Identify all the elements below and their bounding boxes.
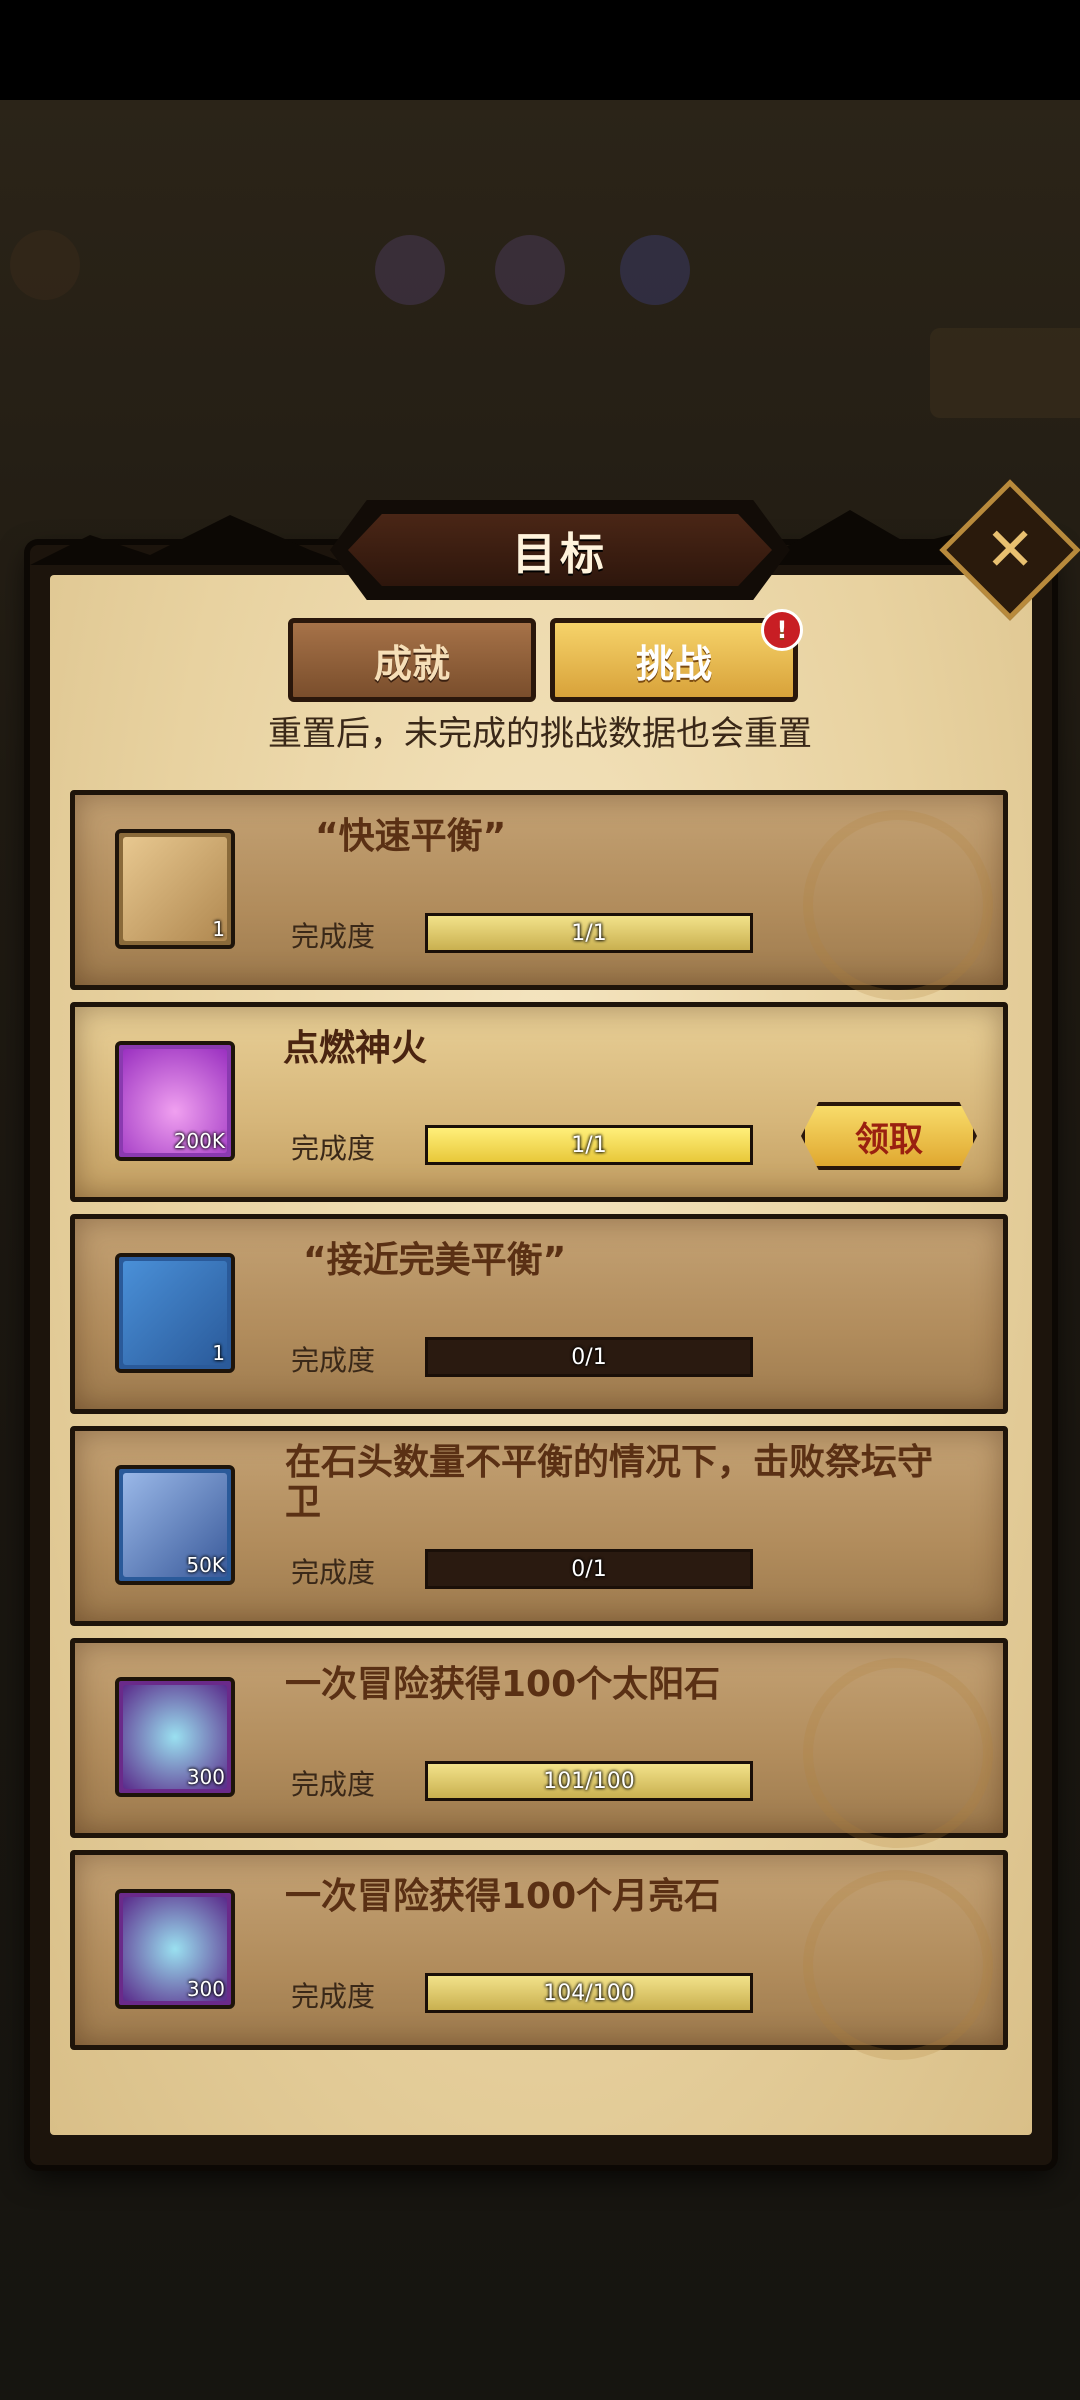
tab-challenges[interactable]: 挑战 ! (550, 609, 803, 702)
close-icon: ✕ (984, 515, 1036, 585)
reward-slot[interactable]: 1 (115, 829, 235, 949)
challenge-row: 50K 在石头数量不平衡的情况下，击败祭坛守卫 完成度 0/1 (70, 1426, 1008, 1626)
title-plaque: 目标 (330, 500, 790, 600)
progress-label: 完成度 (291, 920, 376, 953)
progress-text: 1/1 (571, 920, 607, 946)
challenge-row: 300 一次冒险获得100个太阳石 完成度 101/100 (70, 1638, 1008, 1848)
progress-text: 104/100 (543, 1980, 635, 2006)
challenge-title: 一次冒险获得100个太阳石 (285, 1664, 721, 1705)
challenge-title: 点燃神火 (283, 1028, 428, 1069)
status-bar (0, 0, 1080, 100)
dialog-title: 目标 (512, 529, 608, 580)
reward-slot[interactable]: 300 (115, 1677, 235, 1797)
progress-text: 101/100 (543, 1768, 635, 1794)
challenge-title: “接近完美平衡” (303, 1240, 567, 1281)
challenge-row: 300 一次冒险获得100个月亮石 完成度 104/100 (70, 1850, 1008, 2060)
challenge-title: “快速平衡” (315, 816, 507, 857)
challenge-title: 一次冒险获得100个月亮石 (285, 1876, 721, 1917)
progress-label: 完成度 (291, 1132, 376, 1165)
bg-avatar-icon (10, 230, 80, 300)
progress-bar: 0/1 (425, 1337, 753, 1377)
progress-bar: 1/1 (425, 913, 753, 953)
notification-badge: ! (761, 609, 803, 651)
progress-text: 0/1 (571, 1556, 607, 1582)
bg-gem-icon (620, 235, 690, 305)
reward-slot[interactable]: 200K (115, 1041, 235, 1161)
progress-label: 完成度 (291, 1344, 376, 1377)
challenge-title: 在石头数量不平衡的情况下，击败祭坛守卫 (285, 1442, 934, 1523)
tab-achievements[interactable]: 成就 (288, 618, 536, 702)
reward-slot[interactable]: 1 (115, 1253, 235, 1373)
progress-label: 完成度 (291, 1980, 376, 2013)
bg-menu-button (930, 328, 1080, 418)
progress-bar: 104/100 (425, 1973, 753, 2013)
progress-bar: 1/1 (425, 1125, 753, 1165)
challenge-row: 1 “快速平衡” 完成度 1/1 (70, 790, 1008, 1000)
progress-label: 完成度 (291, 1768, 376, 1801)
reward-slot[interactable]: 300 (115, 1889, 235, 2009)
progress-bar: 101/100 (425, 1761, 753, 1801)
progress-text: 0/1 (571, 1344, 607, 1370)
claim-button[interactable]: 领取 (801, 1102, 977, 1170)
challenge-row: 1 “接近完美平衡” 完成度 0/1 (70, 1214, 1008, 1414)
progress-label: 完成度 (291, 1556, 376, 1589)
progress-text: 1/1 (571, 1132, 607, 1158)
challenge-row: 200K 点燃神火 完成度 1/1 领取 (70, 1002, 1008, 1202)
reward-slot[interactable]: 50K (115, 1465, 235, 1585)
bg-gem-icon (375, 235, 445, 305)
bg-gem-icon (495, 235, 565, 305)
progress-bar: 0/1 (425, 1549, 753, 1589)
reset-notice: 重置后，未完成的挑战数据也会重置 (268, 714, 812, 754)
